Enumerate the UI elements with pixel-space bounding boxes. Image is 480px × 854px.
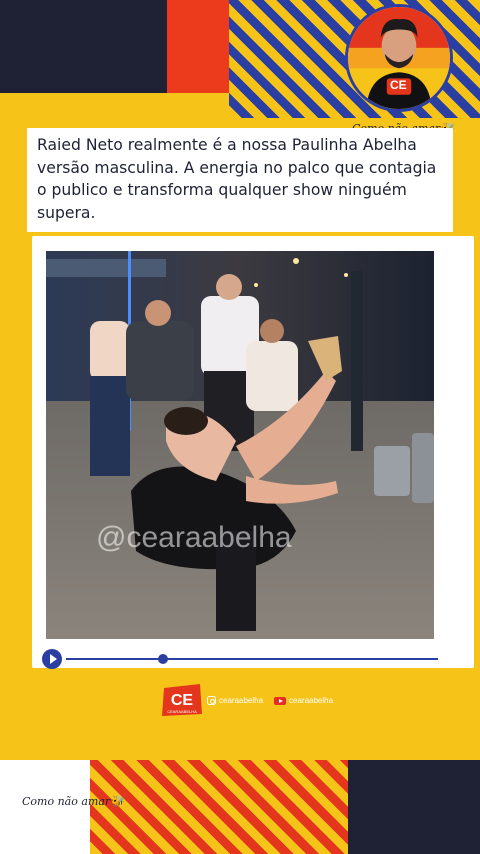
caption-text: Raied Neto realmente é a nossa Paulinha … bbox=[37, 136, 437, 222]
progress-handle[interactable] bbox=[157, 654, 168, 664]
video-player-controls bbox=[40, 648, 440, 670]
logo-subtext: CEARAABELHA bbox=[167, 709, 197, 714]
video-still-image bbox=[46, 251, 434, 639]
logo-text: CE bbox=[171, 692, 194, 709]
youtube-link[interactable]: cearaabelha bbox=[274, 696, 333, 705]
play-icon[interactable] bbox=[42, 649, 62, 669]
video-card: @cearaabelha bbox=[32, 236, 474, 670]
avatar-ce-badge: CE bbox=[390, 78, 407, 92]
instagram-link[interactable]: cearaabelha bbox=[207, 696, 263, 705]
top-red-block bbox=[167, 0, 229, 93]
host-avatar: CE bbox=[345, 4, 453, 112]
video-watermark: @cearaabelha bbox=[96, 521, 292, 554]
video-frame[interactable]: @cearaabelha bbox=[46, 251, 434, 639]
bottom-right-navy-block bbox=[348, 760, 480, 854]
bottom-red-stripes bbox=[90, 760, 348, 854]
progress-track[interactable] bbox=[66, 658, 438, 660]
youtube-icon bbox=[274, 696, 286, 705]
youtube-handle: cearaabelha bbox=[289, 696, 334, 705]
top-left-navy-block bbox=[0, 0, 167, 93]
instagram-handle: cearaabelha bbox=[219, 696, 264, 705]
ceara-abelha-logo: CE CEARAABELHA bbox=[162, 684, 202, 716]
caption-box: Raied Neto realmente é a nossa Paulinha … bbox=[27, 128, 453, 232]
instagram-icon bbox=[207, 696, 216, 705]
tagline-bottom: Como não amar🐝 bbox=[22, 795, 124, 808]
